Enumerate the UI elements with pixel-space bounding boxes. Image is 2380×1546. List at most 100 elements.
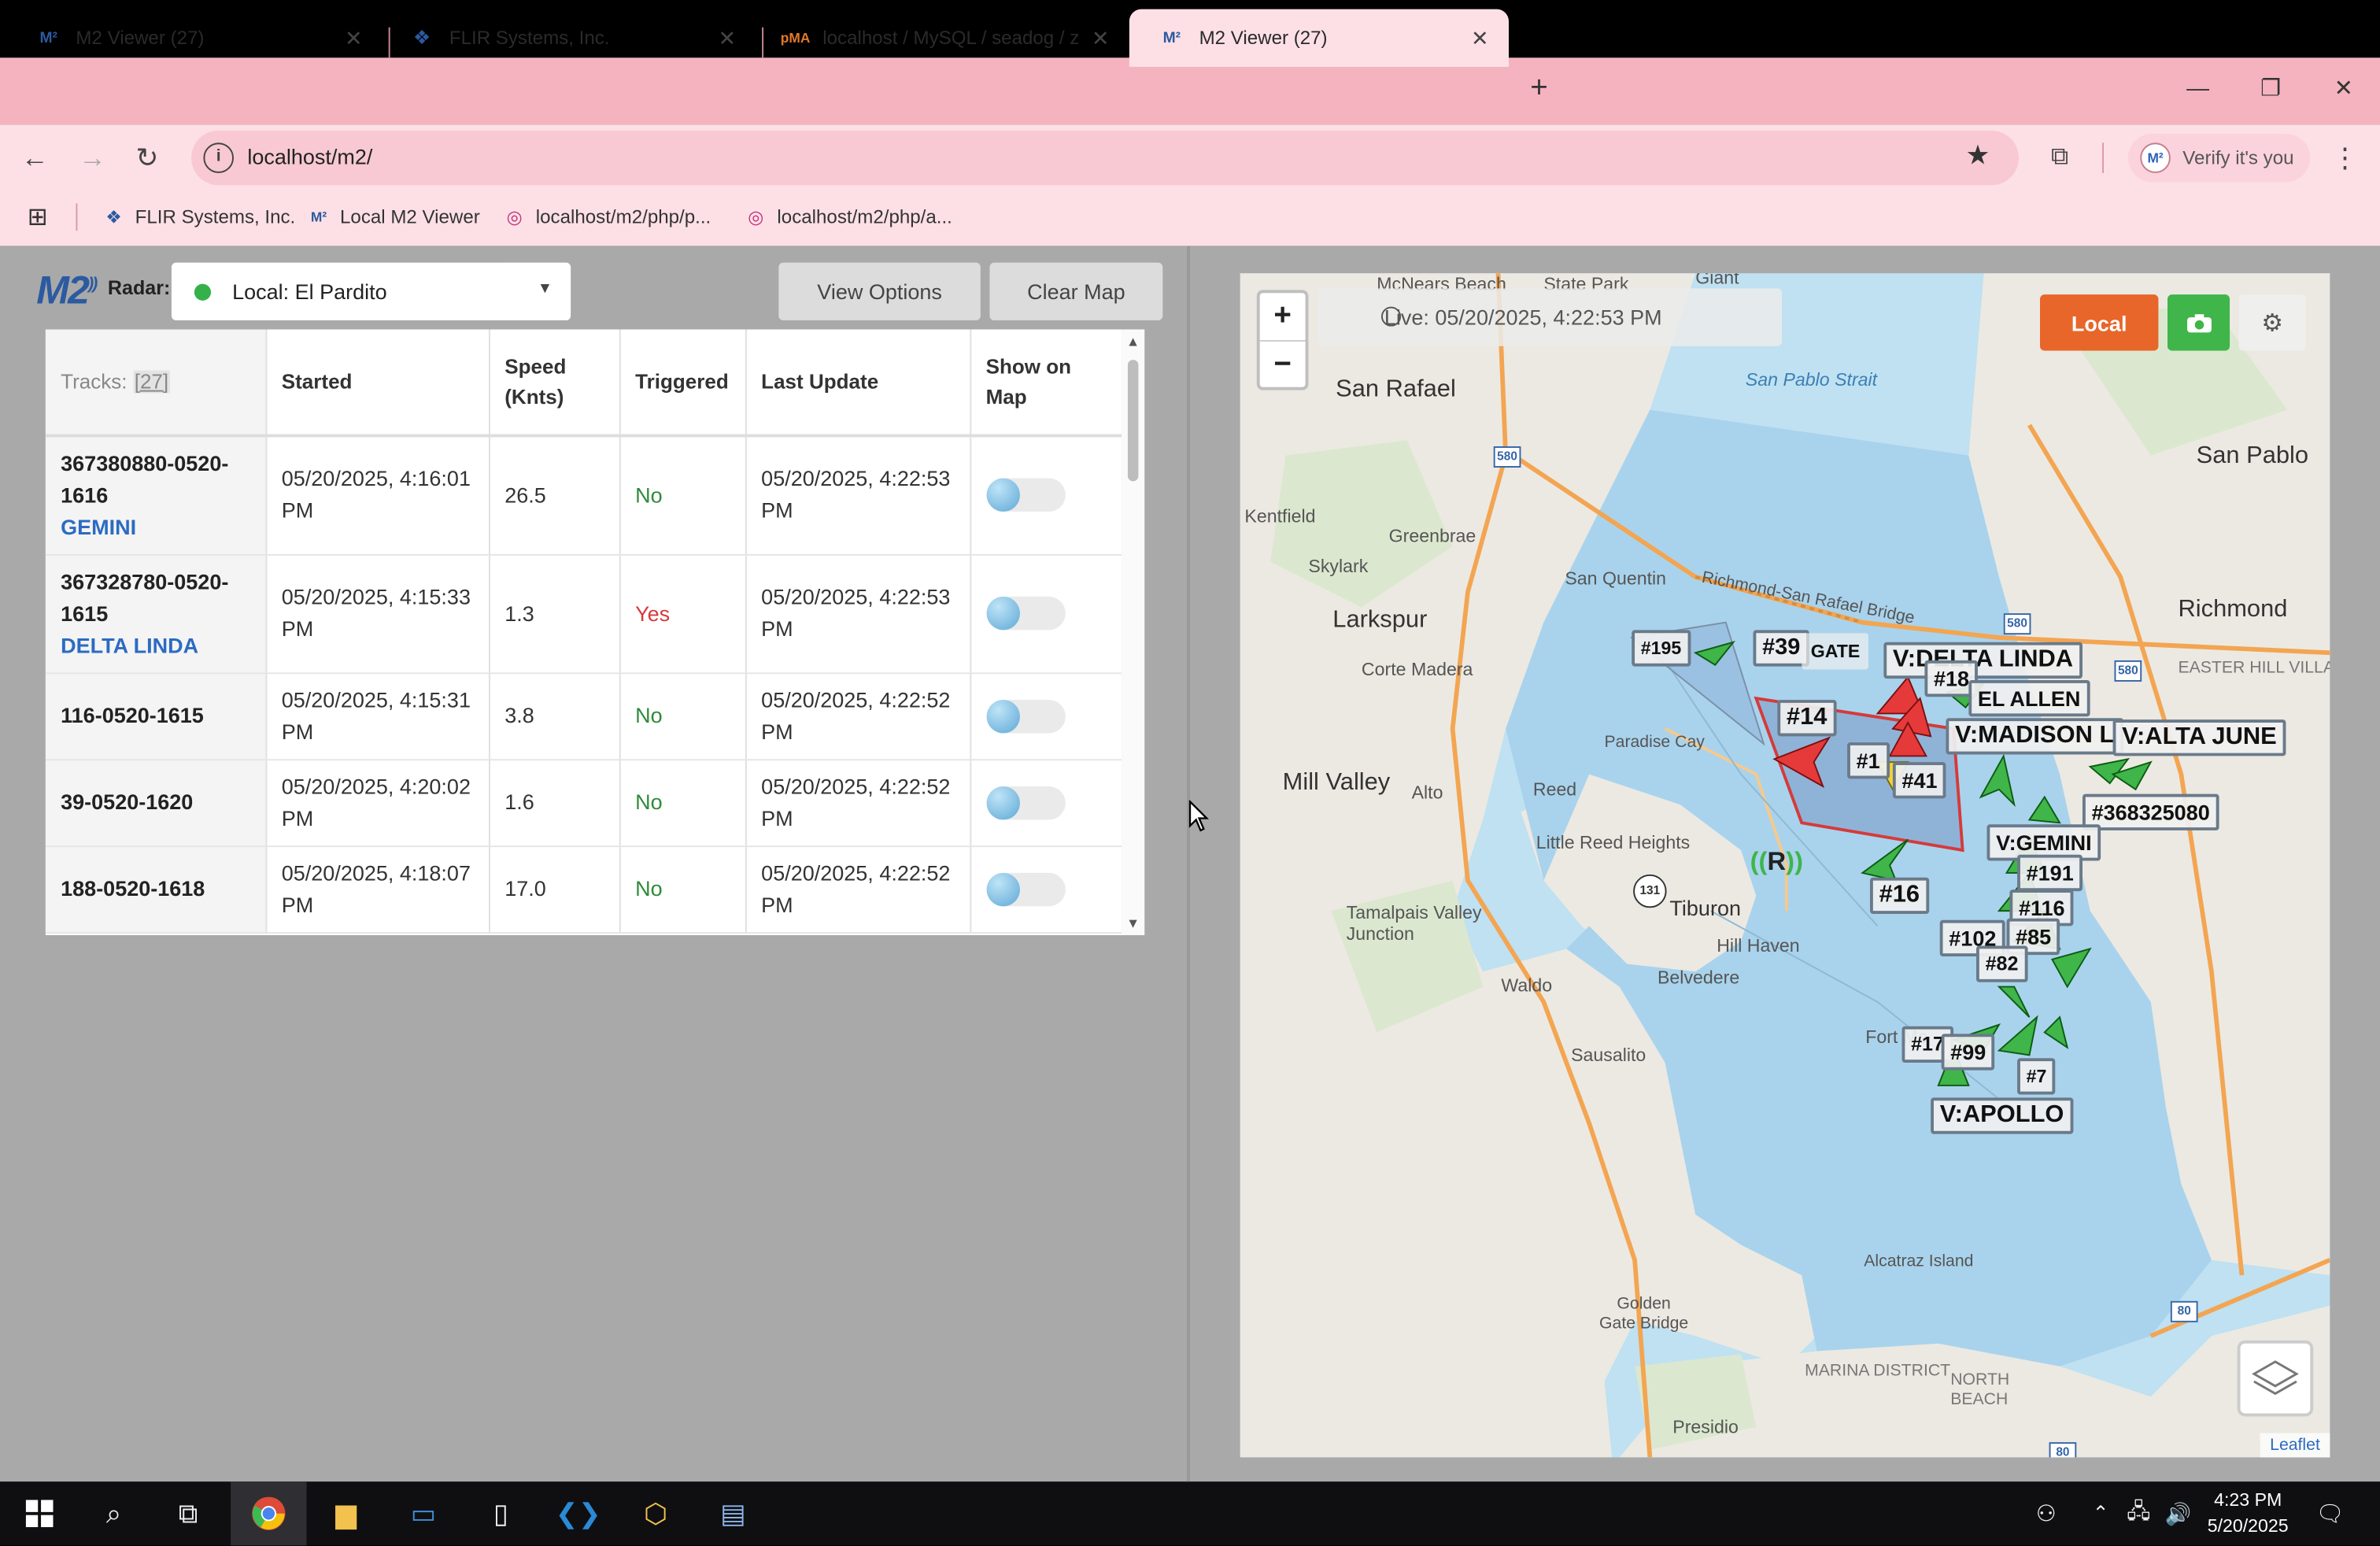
window-app-icon[interactable]: ▤ bbox=[711, 1491, 756, 1537]
table-row[interactable]: 188-0520-1618 05/20/2025, 4:18:07 PM 17.… bbox=[45, 845, 1123, 934]
close-tab-icon[interactable]: ✕ bbox=[1466, 25, 1494, 51]
column-header-triggered[interactable]: Triggered bbox=[619, 329, 746, 438]
url-text[interactable]: localhost/m2/ bbox=[247, 144, 372, 168]
new-tab-plus-icon[interactable]: + bbox=[1521, 70, 1557, 106]
map-view[interactable]: McNears Beach State Park Giant San Rafae… bbox=[1240, 273, 2330, 1458]
highway-shield: 580 bbox=[2114, 660, 2142, 682]
panel-divider[interactable] bbox=[1187, 246, 1190, 1482]
show-on-map-toggle[interactable] bbox=[985, 699, 1065, 733]
local-button[interactable]: Local bbox=[2039, 294, 2159, 351]
chrome-icon[interactable] bbox=[246, 1491, 291, 1537]
track-id-cell: 116-0520-1615 bbox=[45, 672, 267, 760]
windows-start-icon[interactable] bbox=[17, 1491, 62, 1537]
track-label[interactable]: #41 bbox=[1892, 762, 1947, 799]
track-label[interactable]: V:APOLLO bbox=[1931, 1097, 2074, 1134]
table-scrollbar[interactable]: ▲ ▼ bbox=[1122, 329, 1145, 935]
camera-icon[interactable] bbox=[2167, 294, 2230, 351]
scroll-up-icon[interactable]: ▲ bbox=[1126, 334, 1140, 349]
clear-map-button[interactable]: Clear Map bbox=[989, 262, 1163, 320]
table-row[interactable]: 116-0520-1615 05/20/2025, 4:15:31 PM 3.8… bbox=[45, 672, 1123, 760]
scroll-down-icon[interactable]: ▼ bbox=[1126, 915, 1140, 930]
bookmark-star-icon[interactable]: ★ bbox=[1965, 139, 1990, 172]
show-on-map-toggle[interactable] bbox=[985, 478, 1065, 512]
reload-icon[interactable]: ↻ bbox=[129, 139, 165, 176]
column-header-show-on-map[interactable]: Show on Map bbox=[970, 329, 1123, 438]
volume-icon[interactable]: 🔊 bbox=[2156, 1491, 2201, 1537]
search-icon[interactable]: ⌕ bbox=[91, 1491, 137, 1537]
column-header-speed[interactable]: Speed (Knts) bbox=[488, 329, 620, 438]
terminal-icon[interactable]: ▯ bbox=[478, 1491, 523, 1537]
people-icon[interactable]: ⚇ bbox=[2023, 1491, 2069, 1537]
tracks-count-header[interactable]: Tracks: [27] bbox=[45, 329, 267, 438]
zoom-out-icon[interactable]: − bbox=[1260, 342, 1306, 389]
python-icon[interactable]: ⬡ bbox=[633, 1491, 678, 1537]
track-label[interactable]: V:DELTA LINDA bbox=[1883, 642, 2082, 679]
track-label[interactable]: #14 bbox=[1777, 700, 1836, 737]
track-label[interactable]: V:ALTA JUNE bbox=[2112, 719, 2286, 756]
verify-profile-button[interactable]: M² Verify it's you bbox=[2127, 133, 2311, 183]
table-row[interactable]: 367380880-0520-1616 GEMINI 05/20/2025, 4:… bbox=[45, 435, 1123, 555]
close-tab-icon[interactable]: ✕ bbox=[1087, 25, 1114, 51]
tab-flir[interactable]: ❖ FLIR Systems, Inc. ✕ bbox=[379, 9, 756, 67]
layers-icon[interactable] bbox=[2237, 1340, 2314, 1417]
back-arrow-icon[interactable]: ← bbox=[17, 139, 53, 176]
place-label: San Quentin bbox=[1565, 568, 1667, 590]
track-label[interactable]: #82 bbox=[1975, 945, 2027, 982]
show-on-map-toggle[interactable] bbox=[985, 596, 1065, 631]
place-label: Alcatraz Island bbox=[1864, 1252, 1974, 1271]
bookmark-localhost-php-a[interactable]: ◎ localhost/m2/php/a... bbox=[744, 202, 952, 232]
view-options-button[interactable]: View Options bbox=[778, 262, 981, 320]
tab-m2-viewer-1[interactable]: M² M2 Viewer (27) ✕ bbox=[6, 9, 382, 67]
scrollbar-thumb[interactable] bbox=[1127, 360, 1139, 482]
track-label[interactable]: #99 bbox=[1941, 1034, 1995, 1071]
vessel-name[interactable]: GEMINI bbox=[61, 511, 249, 543]
show-on-map-toggle[interactable] bbox=[985, 871, 1065, 906]
bookmark-localhost-php-p[interactable]: ◎ localhost/m2/php/p... bbox=[502, 202, 711, 232]
track-label[interactable]: #191 bbox=[2017, 854, 2083, 892]
file-explorer-icon[interactable]: ▆ bbox=[323, 1491, 369, 1537]
site-info-icon[interactable]: i bbox=[203, 142, 234, 173]
radar-select[interactable]: Local: El Pardito ▼ bbox=[171, 262, 571, 320]
clock-date: 5/20/2025 bbox=[2207, 1515, 2289, 1537]
address-bar[interactable] bbox=[190, 130, 2019, 186]
forward-arrow-icon[interactable]: → bbox=[74, 139, 110, 176]
close-window-icon[interactable]: ✕ bbox=[2326, 73, 2362, 106]
track-label[interactable]: EL ALLEN bbox=[1968, 679, 2090, 717]
tab-m2-viewer-active[interactable]: M² M2 Viewer (27) ✕ bbox=[1129, 9, 1509, 67]
close-tab-icon[interactable]: ✕ bbox=[340, 25, 368, 51]
column-header-started[interactable]: Started bbox=[265, 329, 490, 438]
cast-icon[interactable]: ⧉ bbox=[2042, 139, 2078, 176]
bookmark-flir[interactable]: ❖ FLIR Systems, Inc. bbox=[102, 202, 295, 232]
radar-marker[interactable]: ((R)) bbox=[1750, 847, 1803, 878]
speed-cell: 1.6 bbox=[488, 759, 620, 847]
task-view-icon[interactable]: ⧉ bbox=[165, 1491, 211, 1537]
track-label[interactable]: #368325080 bbox=[2082, 793, 2219, 830]
track-label[interactable]: #39 bbox=[1753, 630, 1809, 667]
place-label: Mill Valley bbox=[1282, 769, 1391, 796]
track-label[interactable]: #16 bbox=[1869, 877, 1929, 914]
close-tab-icon[interactable]: ✕ bbox=[713, 25, 741, 51]
minimize-icon[interactable]: — bbox=[2179, 73, 2216, 106]
track-label[interactable]: GATE bbox=[1802, 633, 1869, 670]
vessel-name[interactable]: DELTA LINDA bbox=[61, 629, 249, 660]
track-label[interactable]: #7 bbox=[2017, 1058, 2056, 1095]
track-label[interactable]: #195 bbox=[1632, 630, 1691, 667]
show-on-map-toggle[interactable] bbox=[985, 786, 1065, 819]
track-label[interactable]: V:MADISON L bbox=[1946, 718, 2123, 755]
tab-phpmyadmin[interactable]: pMA localhost / MySQL / seadog / z ✕ bbox=[753, 9, 1129, 67]
taskbar-clock[interactable]: 4:23 PM 5/20/2025 bbox=[2204, 1488, 2292, 1540]
notification-icon[interactable]: 🗨 bbox=[2307, 1491, 2352, 1537]
kebab-menu-icon[interactable]: ⋮ bbox=[2326, 139, 2363, 176]
settings-gear-icon[interactable]: ⚙ bbox=[2238, 294, 2306, 351]
leaflet-attribution-link[interactable]: Leaflet bbox=[2260, 1433, 2330, 1458]
column-header-last-update[interactable]: Last Update bbox=[745, 329, 971, 438]
vscode-icon[interactable]: ❮❯ bbox=[556, 1491, 601, 1537]
apps-grid-icon[interactable]: ⊞ bbox=[28, 202, 48, 232]
bookmark-local-m2-viewer[interactable]: M² Local M2 Viewer bbox=[307, 202, 480, 232]
table-row[interactable]: 39-0520-1620 05/20/2025, 4:20:02 PM 1.6 … bbox=[45, 759, 1123, 847]
remote-desktop-icon[interactable]: ▭ bbox=[401, 1491, 446, 1537]
table-row[interactable]: 367328780-0520-1615 DELTA LINDA 05/20/202… bbox=[45, 553, 1123, 674]
restore-icon[interactable]: ❐ bbox=[2252, 73, 2289, 106]
track-label[interactable]: #1 bbox=[1847, 742, 1890, 779]
zoom-in-icon[interactable]: + bbox=[1260, 293, 1306, 340]
